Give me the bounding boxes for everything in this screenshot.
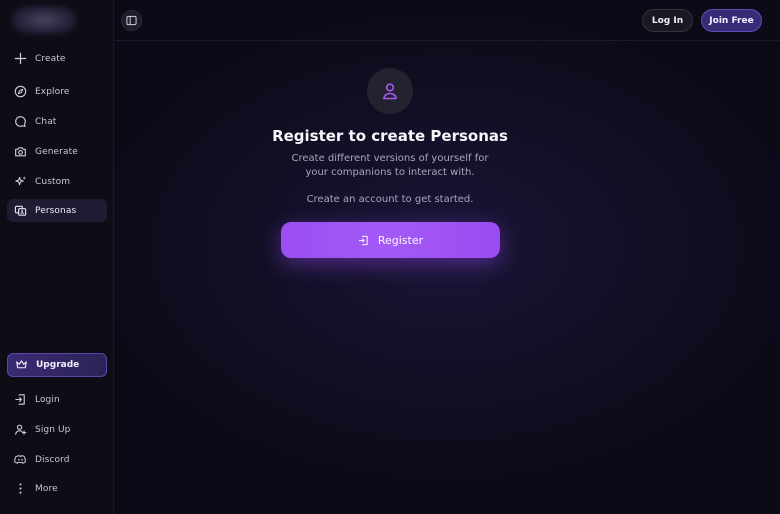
chat-bubble-icon <box>14 115 27 128</box>
sidebar-item-label: Login <box>35 394 60 405</box>
more-vertical-icon <box>14 482 27 495</box>
page-title: Register to create Personas <box>272 127 508 145</box>
discord-icon <box>14 453 27 466</box>
sidebar-item-label: Custom <box>35 176 71 187</box>
persona-avatar <box>367 68 413 114</box>
sidebar-item-more[interactable]: More <box>7 477 107 500</box>
page-subtitle: Create different versions of yourself fo… <box>291 153 489 178</box>
plus-icon <box>14 52 27 65</box>
crown-icon <box>15 356 28 375</box>
sidebar-item-label: Personas <box>35 205 77 216</box>
register-button[interactable]: Register <box>281 222 500 258</box>
sidebar-item-label: Generate <box>35 146 78 157</box>
sidebar-item-generate[interactable]: Generate <box>7 140 107 163</box>
sidebar-item-label: Explore <box>35 86 70 97</box>
sidebar: Create Explore Chat Generate Custom Pers… <box>0 0 114 514</box>
compass-icon <box>14 85 27 98</box>
sidebar-item-personas[interactable]: Personas <box>7 199 107 222</box>
upgrade-button[interactable]: Upgrade <box>7 353 107 377</box>
sidebar-item-label: Sign Up <box>35 424 71 435</box>
sidebar-item-chat[interactable]: Chat <box>7 110 107 133</box>
sidebar-item-label: Create <box>35 53 66 64</box>
sidebar-toggle-button[interactable] <box>121 10 142 31</box>
sidebar-item-custom[interactable]: Custom <box>7 170 107 193</box>
join-free-button[interactable]: Join Free <box>701 9 762 32</box>
sidebar-item-label: More <box>35 483 58 494</box>
cta-text: Create an account to get started. <box>306 194 474 205</box>
user-plus-icon <box>14 423 27 436</box>
main-content: Log In Join Free Register to create Pers… <box>114 0 780 514</box>
sidebar-item-explore[interactable]: Explore <box>7 80 107 103</box>
login-button[interactable]: Log In <box>642 9 693 32</box>
user-icon <box>380 81 400 101</box>
camera-icon <box>14 145 27 158</box>
sparkles-icon <box>14 175 27 188</box>
personas-icon <box>14 204 27 217</box>
login-icon <box>358 235 369 246</box>
logo[interactable] <box>12 6 76 34</box>
sidebar-item-create[interactable]: Create <box>7 47 107 70</box>
sidebar-item-label: Chat <box>35 116 57 127</box>
sidebar-toggle-icon <box>126 15 137 26</box>
sidebar-item-label: Discord <box>35 454 70 465</box>
login-icon <box>14 393 27 406</box>
top-bar: Log In Join Free <box>114 0 780 41</box>
register-label: Register <box>377 233 424 247</box>
app-window: Create Explore Chat Generate Custom Pers… <box>0 0 780 514</box>
sidebar-item-sign-up[interactable]: Sign Up <box>7 418 107 441</box>
sidebar-item-discord[interactable]: Discord <box>7 448 107 471</box>
upgrade-label: Upgrade <box>36 360 80 370</box>
sidebar-item-login[interactable]: Login <box>7 388 107 411</box>
